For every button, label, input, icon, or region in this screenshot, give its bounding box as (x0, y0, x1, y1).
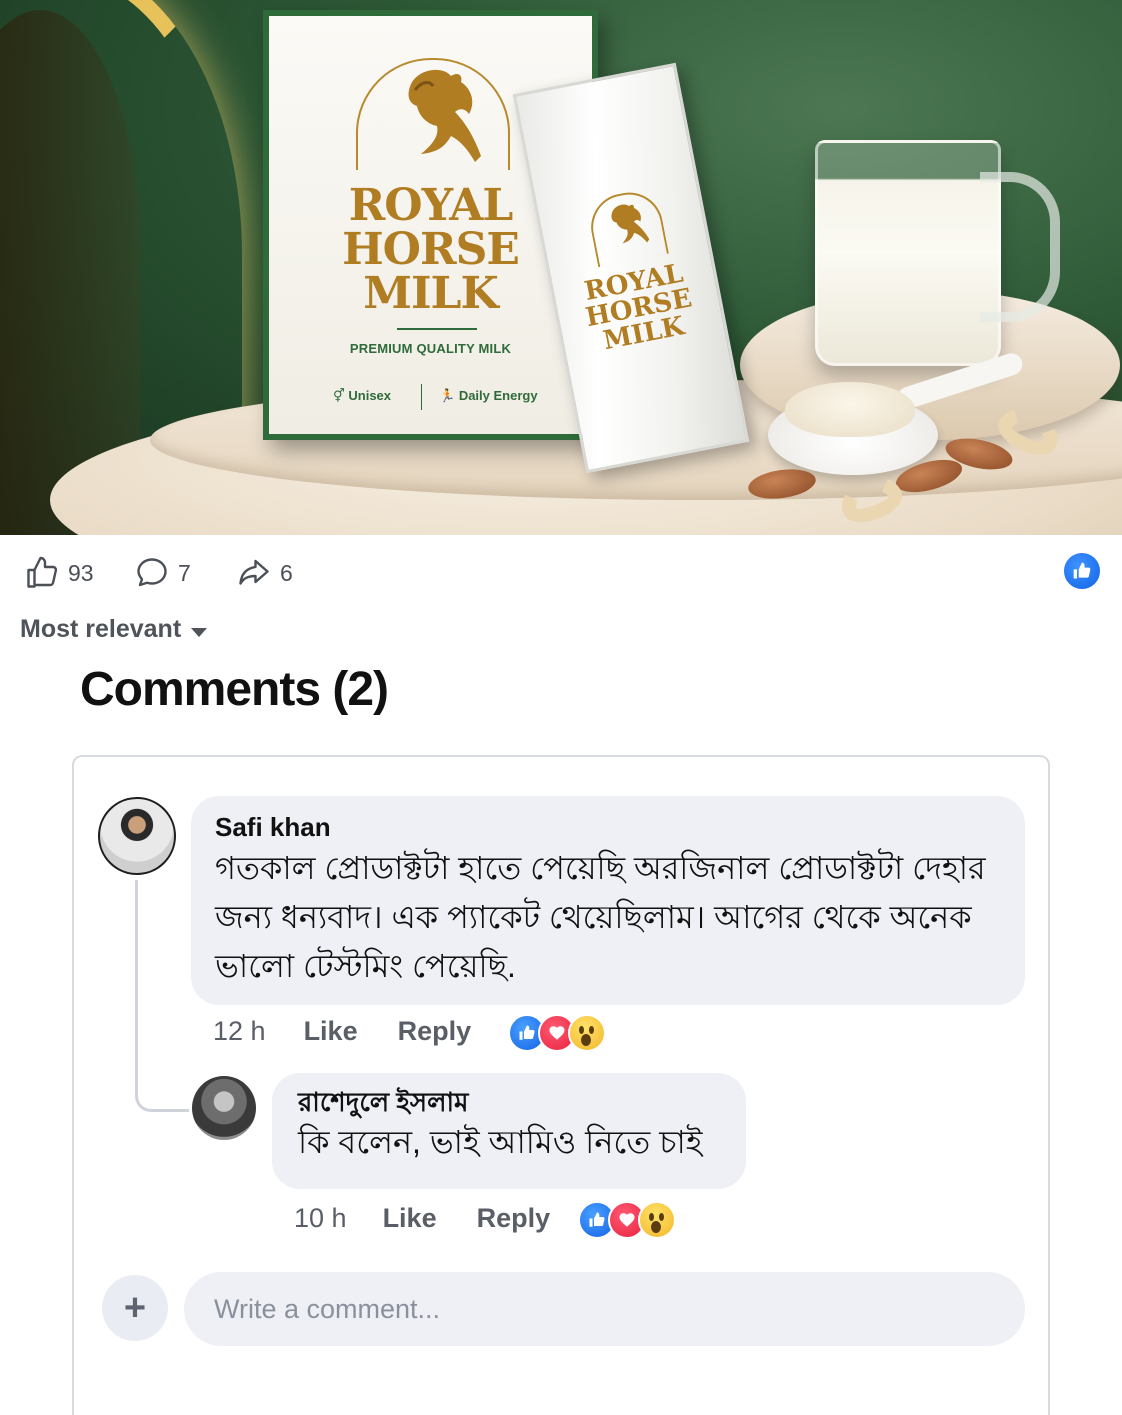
sort-dropdown[interactable]: Most relevant (20, 615, 208, 644)
comment-action[interactable]: 7 (134, 555, 191, 591)
feature-daily-energy: 🏃 Daily Energy (439, 388, 538, 404)
share-count: 6 (280, 559, 293, 586)
reply-thread-line (135, 880, 189, 1112)
sachet-brand-name: ROYAL HORSE MILK (553, 255, 725, 362)
box-tagline: PREMIUM QUALITY MILK (349, 341, 512, 356)
like-link[interactable]: Like (304, 1016, 358, 1047)
comment-time[interactable]: 12 h (213, 1016, 266, 1047)
box-divider (397, 328, 477, 330)
reply-link[interactable]: Reply (477, 1203, 551, 1234)
comment-meta: 12 h Like Reply (213, 1016, 471, 1047)
wow-reaction-icon (638, 1201, 676, 1239)
reaction-summary[interactable] (578, 1201, 676, 1239)
comment-text: কি বলেন, ভাই আমিও নিতে চাই (298, 1124, 703, 1160)
post-action-bar: 93 7 6 (0, 535, 1122, 605)
like-count: 93 (68, 559, 94, 586)
mug-handle (980, 172, 1060, 322)
thumbs-up-icon (27, 556, 58, 588)
comment-input[interactable] (184, 1272, 1025, 1346)
sort-label: Most relevant (20, 615, 182, 643)
add-attachment-button[interactable]: + (102, 1275, 168, 1341)
feature-energy-label: Daily Energy (458, 388, 538, 403)
feature-unisex-label: Unisex (348, 388, 392, 403)
like-action[interactable]: 93 (24, 555, 94, 591)
gender-icon: ⚥ (333, 388, 345, 403)
share-arrow-icon (239, 559, 269, 585)
milk-powder (785, 382, 915, 437)
thumbs-up-filled-icon (1073, 562, 1091, 579)
reaction-summary[interactable] (508, 1014, 606, 1052)
reply-link[interactable]: Reply (398, 1016, 472, 1047)
avatar[interactable] (98, 797, 176, 875)
comment-author[interactable]: রাশেদুলে ইসলাম (298, 1085, 720, 1119)
like-link[interactable]: Like (383, 1203, 437, 1234)
comments-heading: Comments (2) (80, 663, 389, 716)
wow-reaction-icon (568, 1014, 606, 1052)
feature-unisex: ⚥ Unisex (333, 388, 391, 404)
comment-count: 7 (178, 559, 191, 586)
horse-logo-icon (408, 69, 481, 162)
product-photo[interactable]: ROYAL HORSE MILK PREMIUM QUALITY MILK ⚥ … (0, 0, 1122, 535)
plus-icon: + (123, 1286, 147, 1329)
like-reaction-badge[interactable] (1062, 551, 1102, 591)
brand-line-3: MILK (363, 268, 498, 319)
share-action[interactable]: 6 (236, 555, 293, 591)
milk-mug (815, 140, 1001, 366)
comment-bubble: Safi khan গতকাল প্রোডাক্টটা হাতে পেয়েছি… (191, 796, 1025, 1005)
comment-bubble-icon (137, 558, 167, 587)
avatar[interactable] (192, 1076, 256, 1140)
comment-meta: 10 h Like Reply (294, 1203, 550, 1234)
feature-divider (421, 384, 422, 410)
caret-down-icon (191, 628, 208, 637)
comment-time[interactable]: 10 h (294, 1203, 347, 1234)
reply-bubble: রাশেদুলে ইসলাম কি বলেন, ভাই আমিও নিতে চা… (272, 1073, 746, 1189)
comment-author[interactable]: Safi khan (215, 810, 1001, 844)
comment-text: গতকাল প্রোডাক্টটা হাতে পেয়েছি অরজিনাল প… (215, 850, 986, 984)
running-icon: 🏃 (439, 388, 456, 403)
